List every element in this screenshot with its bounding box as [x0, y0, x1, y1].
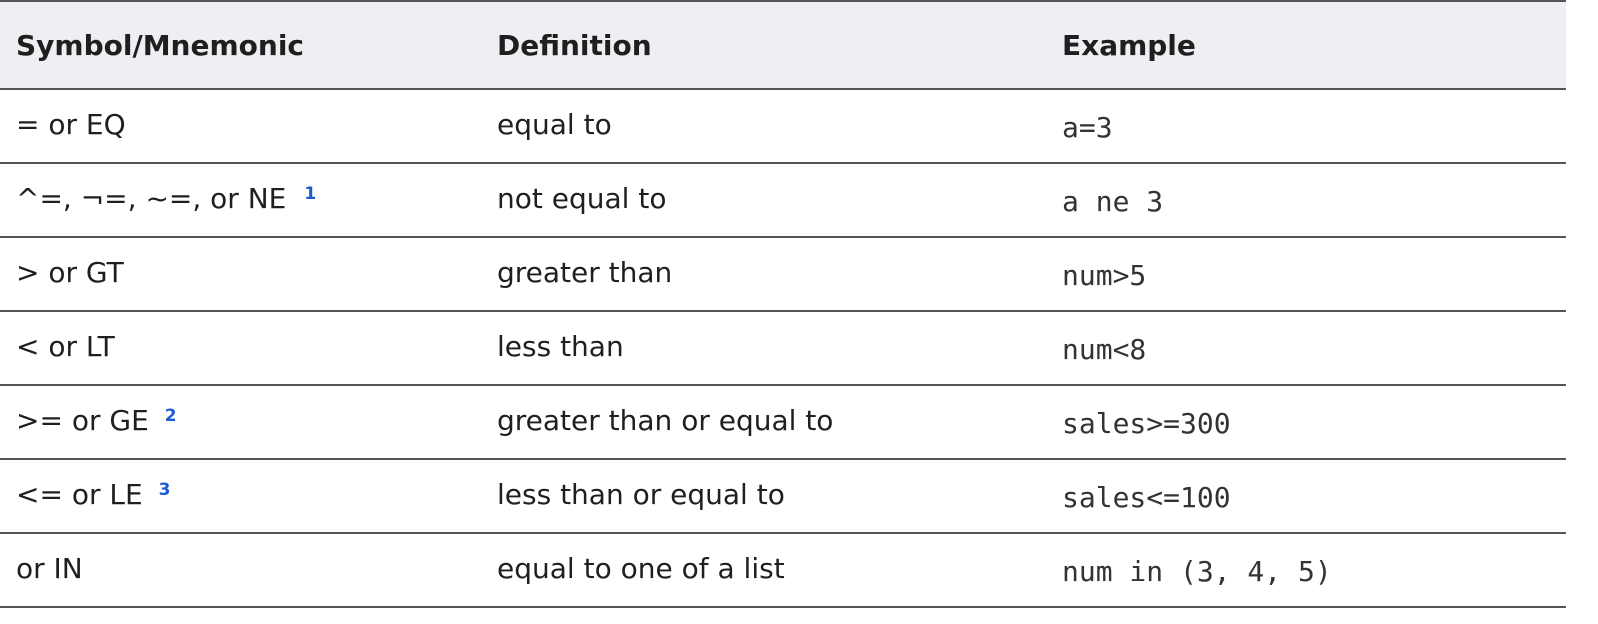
symbol-cell: < or LT — [0, 311, 481, 386]
definition-text: less than or equal to — [497, 477, 785, 511]
symbol-cell: > or GT — [0, 237, 481, 312]
symbol-text: <= or LE — [16, 477, 143, 511]
table-row: < or LT less than num<8 — [0, 311, 1566, 386]
example-cell: num in (3, 4, 5) — [1046, 533, 1566, 608]
header-definition: Definition — [481, 0, 1046, 90]
definition-cell: less than or equal to — [481, 459, 1046, 534]
example-cell: sales>=300 — [1046, 385, 1566, 460]
example-cell: a ne 3 — [1046, 163, 1566, 238]
table-row: ^=, ¬=, ~=, or NE 1 not equal to a ne 3 — [0, 163, 1566, 238]
comparison-operators-table: Symbol/Mnemonic Definition Example = or … — [0, 0, 1566, 608]
definition-cell: greater than or equal to — [481, 385, 1046, 460]
footnote-link-3[interactable]: 3 — [159, 480, 171, 500]
header-symbol-mnemonic: Symbol/Mnemonic — [0, 0, 481, 90]
symbol-text: >= or GE — [16, 403, 149, 437]
example-code: num>5 — [1062, 258, 1147, 292]
table-row: >= or GE 2 greater than or equal to sales… — [0, 385, 1566, 460]
symbol-text: < or LT — [16, 329, 115, 363]
definition-text: greater than or equal to — [497, 403, 834, 437]
symbol-cell: = or EQ — [0, 89, 481, 164]
table-row: = or EQ equal to a=3 — [0, 89, 1566, 164]
example-cell: num>5 — [1046, 237, 1566, 312]
symbol-text: = or EQ — [16, 107, 126, 141]
definition-cell: greater than — [481, 237, 1046, 312]
example-cell: a=3 — [1046, 89, 1566, 164]
footnote-link-1[interactable]: 1 — [304, 184, 316, 204]
footnote-link-2[interactable]: 2 — [165, 406, 177, 426]
symbol-text: > or GT — [16, 255, 124, 289]
table-row: > or GT greater than num>5 — [0, 237, 1566, 312]
operators-table-container: Symbol/Mnemonic Definition Example = or … — [0, 0, 1566, 608]
table-row: or IN equal to one of a list num in (3, … — [0, 533, 1566, 608]
example-code: num in (3, 4, 5) — [1062, 554, 1332, 588]
table-row: <= or LE 3 less than or equal to sales<=1… — [0, 459, 1566, 534]
definition-cell: less than — [481, 311, 1046, 386]
example-cell: num<8 — [1046, 311, 1566, 386]
definition-text: equal to one of a list — [497, 551, 785, 585]
symbol-cell: or IN — [0, 533, 481, 608]
symbol-cell: <= or LE 3 — [0, 459, 481, 534]
definition-text: less than — [497, 329, 624, 363]
symbol-text: ^=, ¬=, ~=, or NE — [16, 181, 287, 215]
example-code: sales<=100 — [1062, 480, 1231, 514]
definition-text: equal to — [497, 107, 612, 141]
example-code: a=3 — [1062, 110, 1113, 144]
table-header-row: Symbol/Mnemonic Definition Example — [0, 0, 1566, 90]
symbol-cell: ^=, ¬=, ~=, or NE 1 — [0, 163, 481, 238]
example-cell: sales<=100 — [1046, 459, 1566, 534]
example-code: sales>=300 — [1062, 406, 1231, 440]
header-example: Example — [1046, 0, 1566, 90]
example-code: a ne 3 — [1062, 184, 1164, 218]
definition-cell: equal to one of a list — [481, 533, 1046, 608]
symbol-cell: >= or GE 2 — [0, 385, 481, 460]
definition-cell: not equal to — [481, 163, 1046, 238]
definition-text: greater than — [497, 255, 673, 289]
example-code: num<8 — [1062, 332, 1147, 366]
definition-text: not equal to — [497, 181, 667, 215]
definition-cell: equal to — [481, 89, 1046, 164]
symbol-text: or IN — [16, 551, 83, 585]
